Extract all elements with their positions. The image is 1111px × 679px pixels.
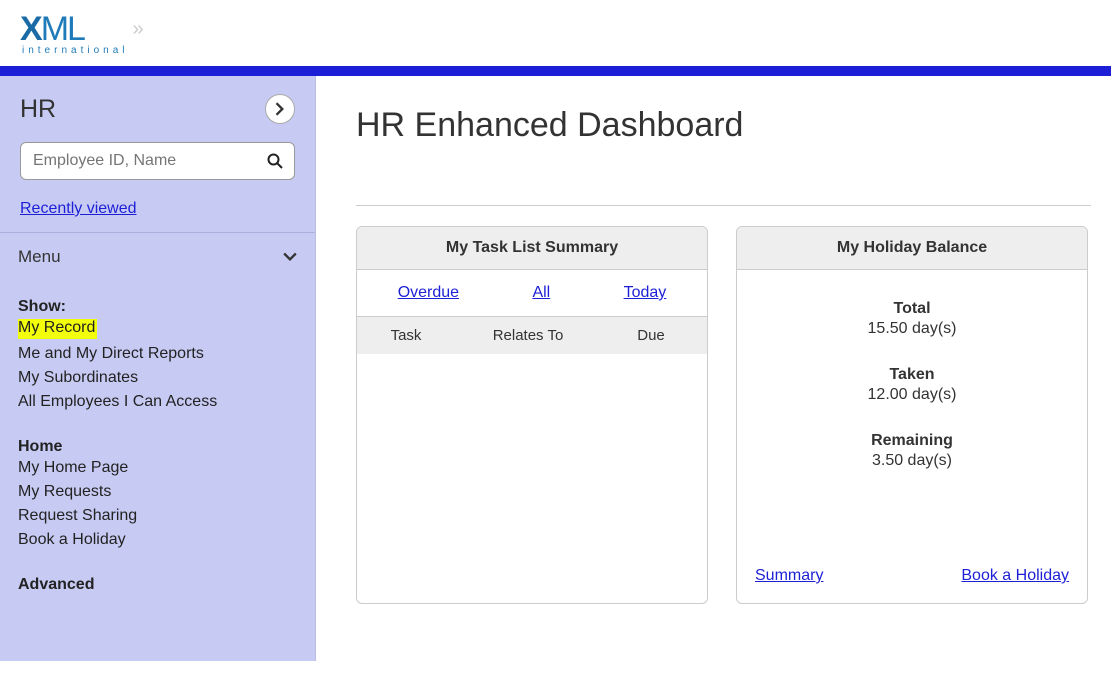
divider — [356, 205, 1091, 206]
logo-subtitle: international — [22, 45, 128, 56]
search-icon[interactable] — [267, 153, 283, 169]
search-input[interactable] — [20, 142, 295, 180]
page-title: HR Enhanced Dashboard — [356, 106, 1091, 145]
holiday-card-title: My Holiday Balance — [737, 227, 1087, 270]
task-card-title: My Task List Summary — [357, 227, 707, 270]
sidebar-item-my-requests[interactable]: My Requests — [18, 480, 297, 504]
group-header-home: Home — [18, 438, 297, 456]
holiday-balance-card: My Holiday Balance Total 15.50 day(s) Ta… — [736, 226, 1088, 604]
sidebar: HR Recently viewed Menu Show: My Record … — [0, 76, 316, 661]
sidebar-item-all-employees[interactable]: All Employees I Can Access — [18, 390, 297, 414]
sidebar-item-home-page[interactable]: My Home Page — [18, 456, 297, 480]
menu-label: Menu — [18, 247, 61, 267]
col-due: Due — [595, 327, 707, 344]
recently-viewed-link[interactable]: Recently viewed — [20, 200, 137, 218]
tab-all[interactable]: All — [532, 284, 550, 302]
group-header-show: Show: — [18, 298, 297, 316]
menu-toggle[interactable]: Menu — [18, 247, 297, 274]
taken-label: Taken — [755, 366, 1069, 384]
tab-today[interactable]: Today — [624, 284, 667, 302]
sidebar-title: HR — [20, 95, 56, 124]
main-content: HR Enhanced Dashboard My Task List Summa… — [316, 76, 1111, 661]
col-task: Task — [357, 327, 455, 344]
sidebar-item-request-sharing[interactable]: Request Sharing — [18, 504, 297, 528]
summary-link[interactable]: Summary — [755, 567, 823, 585]
tab-overdue[interactable]: Overdue — [398, 284, 459, 302]
book-holiday-link[interactable]: Book a Holiday — [961, 567, 1069, 585]
chevron-right-icon — [275, 102, 285, 116]
task-table-header: Task Relates To Due — [357, 317, 707, 354]
sidebar-item-book-holiday[interactable]: Book a Holiday — [18, 528, 297, 552]
logo-arrow-icon: » — [132, 18, 143, 41]
chevron-down-icon — [283, 252, 297, 262]
taken-value: 12.00 day(s) — [755, 386, 1069, 404]
group-header-advanced: Advanced — [18, 576, 297, 594]
sidebar-item-my-record[interactable]: My Record — [18, 316, 297, 342]
sidebar-collapse-button[interactable] — [265, 94, 295, 124]
remaining-label: Remaining — [755, 432, 1069, 450]
top-accent-bar — [0, 66, 1111, 76]
header: XML international » — [0, 0, 1111, 66]
task-list-card: My Task List Summary Overdue All Today T… — [356, 226, 708, 604]
remaining-value: 3.50 day(s) — [755, 452, 1069, 470]
col-relates: Relates To — [455, 327, 595, 344]
logo: XML international » — [20, 10, 1091, 56]
sidebar-item-direct-reports[interactable]: Me and My Direct Reports — [18, 342, 297, 366]
total-value: 15.50 day(s) — [755, 320, 1069, 338]
logo-text: XML — [20, 10, 128, 49]
sidebar-item-subordinates[interactable]: My Subordinates — [18, 366, 297, 390]
total-label: Total — [755, 300, 1069, 318]
